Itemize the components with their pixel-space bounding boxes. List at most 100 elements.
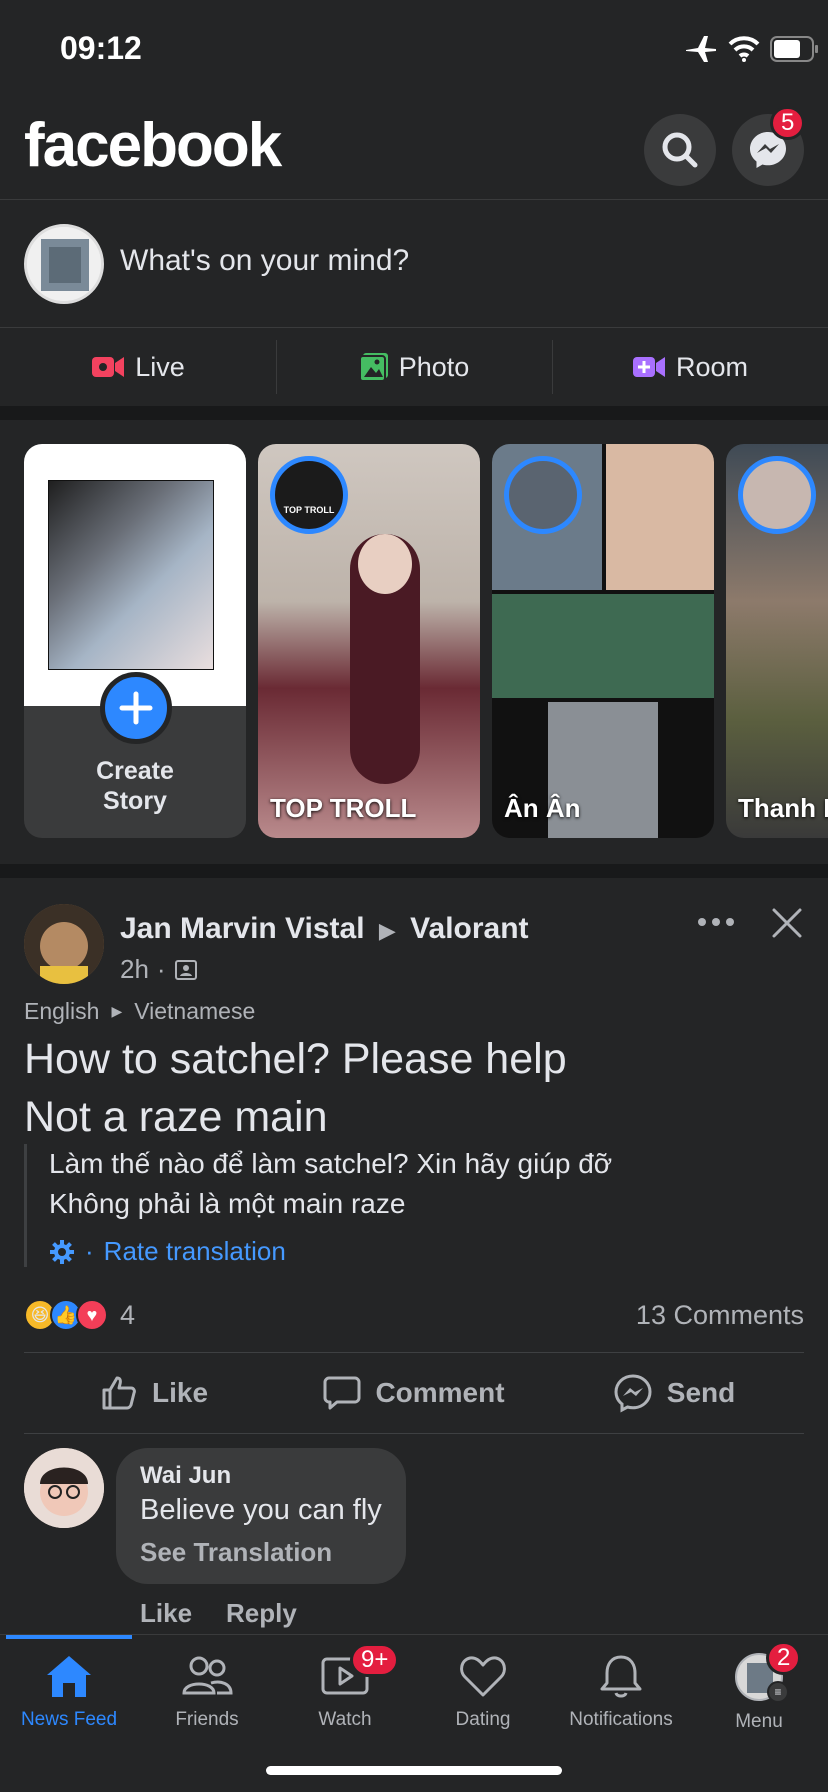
create-story-label-2: Story xyxy=(103,787,167,815)
group-privacy-icon xyxy=(174,959,197,980)
tab-label: Menu xyxy=(735,1711,783,1732)
messenger-badge: 5 xyxy=(770,106,806,140)
comment-label: Comment xyxy=(375,1377,505,1408)
comment-reply-link[interactable]: Reply xyxy=(226,1598,297,1629)
more-options-icon[interactable] xyxy=(696,914,736,930)
menu-hamburger-icon: ≡ xyxy=(767,1681,789,1703)
commenter-avatar[interactable] xyxy=(24,1448,104,1528)
lang-to: Vietnamese xyxy=(134,998,256,1024)
heart-icon xyxy=(460,1656,506,1697)
menu-badge: 2 xyxy=(766,1641,802,1675)
tab-friends[interactable]: Friends xyxy=(138,1653,276,1753)
rate-translation[interactable]: · Rate translation xyxy=(49,1236,804,1267)
like-label: Like xyxy=(151,1377,209,1408)
post-author-avatar[interactable] xyxy=(24,904,104,984)
home-icon xyxy=(47,1656,91,1697)
story-avatar-text: TOP TROLL xyxy=(283,505,335,515)
tab-label: News Feed xyxy=(20,1709,118,1730)
create-story-card[interactable]: Create Story xyxy=(24,444,246,838)
tab-label: Dating xyxy=(455,1709,511,1730)
battery-icon xyxy=(770,36,818,62)
comments-count[interactable]: 13 Comments xyxy=(636,1300,804,1331)
comment-button[interactable]: Comment xyxy=(284,1353,544,1433)
translation-line: Không phải là một main raze xyxy=(49,1188,406,1219)
tab-notifications[interactable]: Notifications xyxy=(552,1653,690,1753)
post-text: How to satchel? Please help Not a raze m… xyxy=(24,1030,804,1146)
story-card[interactable]: TOP TROLL TOP TROLL xyxy=(258,444,480,838)
live-label: Live xyxy=(135,351,185,382)
story-avatar-ring: TOP TROLL xyxy=(270,456,348,534)
story-card[interactable]: Ân Ân xyxy=(492,444,714,838)
wifi-icon xyxy=(728,36,760,62)
tab-menu[interactable]: ≡ Menu 2 xyxy=(690,1641,828,1753)
create-story-label-1: Create xyxy=(96,757,174,785)
close-icon[interactable] xyxy=(770,906,804,940)
room-label: Room xyxy=(675,351,749,382)
status-icons xyxy=(628,30,828,70)
comment-bubble[interactable]: Wai Jun Believe you can fly See Translat… xyxy=(116,1448,406,1584)
post-time[interactable]: 2h xyxy=(120,954,149,985)
photo-button[interactable]: Photo xyxy=(276,328,552,406)
post-actions: Like Comment Send xyxy=(24,1352,804,1434)
reaction-count: 4 xyxy=(120,1299,136,1330)
facebook-logo[interactable]: facebook xyxy=(24,110,282,181)
tab-label: Notifications xyxy=(569,1709,673,1730)
post-composer[interactable]: What's on your mind? xyxy=(0,200,828,328)
tab-label: Friends xyxy=(175,1709,239,1730)
photo-icon xyxy=(358,353,388,382)
plus-icon xyxy=(119,691,153,725)
photo-label: Photo xyxy=(398,351,470,382)
comment-author[interactable]: Wai Jun xyxy=(140,1462,382,1490)
status-bar: 09:12 xyxy=(0,0,828,100)
comment-actions: Like Reply xyxy=(140,1598,297,1629)
story-avatar-ring xyxy=(738,456,816,534)
thumbs-up-icon xyxy=(102,1376,136,1410)
messenger-outline-icon xyxy=(614,1374,652,1413)
meta-dot: · xyxy=(156,954,166,984)
room-button[interactable]: Room xyxy=(552,328,828,406)
arrow-right-icon: ▶ xyxy=(378,918,396,943)
story-name: TOP TROLL xyxy=(270,793,417,823)
story-name: Ân Ân xyxy=(504,793,581,823)
post-author-line: Jan Marvin Vistal ▶ Valorant xyxy=(120,912,529,946)
create-story-plus-button[interactable] xyxy=(100,672,172,744)
room-icon xyxy=(632,357,665,377)
translation-line: Làm thế nào để làm satchel? Xin hãy giúp… xyxy=(49,1148,613,1179)
translation-languages: English ▶ Vietnamese xyxy=(24,998,255,1025)
post-group-name[interactable]: Valorant xyxy=(410,912,528,945)
see-translation-link[interactable]: See Translation xyxy=(140,1537,382,1568)
stories-tray: Create Story TOP TROLL TOP TROLL Ân Ân T… xyxy=(0,420,828,864)
send-label: Send xyxy=(666,1377,736,1408)
tab-news-feed[interactable]: News Feed xyxy=(0,1653,138,1753)
meta-dot: · xyxy=(85,1236,94,1266)
send-button[interactable]: Send xyxy=(544,1353,804,1433)
post-text-line: Not a raze main xyxy=(24,1093,328,1141)
user-avatar[interactable] xyxy=(24,224,104,304)
home-indicator xyxy=(266,1766,562,1775)
section-divider xyxy=(0,406,828,420)
comment-text: Believe you can fly xyxy=(140,1494,382,1526)
live-video-icon xyxy=(92,357,125,377)
post-meta: 2h · xyxy=(120,954,198,985)
lang-from: English xyxy=(24,998,100,1024)
watch-badge: 9+ xyxy=(350,1643,400,1677)
like-button[interactable]: Like xyxy=(24,1353,284,1433)
rate-translation-link[interactable]: Rate translation xyxy=(104,1236,286,1267)
tab-dating[interactable]: Dating xyxy=(414,1653,552,1753)
story-name: Thanh H xyxy=(738,793,828,823)
messenger-button[interactable]: 5 xyxy=(732,106,806,186)
live-button[interactable]: Live xyxy=(0,328,276,406)
love-reaction-icon: ♥ xyxy=(76,1299,108,1331)
story-card[interactable]: Thanh H xyxy=(726,444,828,838)
tab-watch[interactable]: Watch 9+ xyxy=(276,1643,414,1753)
airplane-icon xyxy=(686,36,716,62)
post-author-name[interactable]: Jan Marvin Vistal xyxy=(120,912,365,945)
comment-like-link[interactable]: Like xyxy=(140,1598,192,1629)
play-arrow-icon: ▶ xyxy=(111,1003,123,1019)
story-avatar-ring xyxy=(504,456,582,534)
friends-icon xyxy=(182,1656,233,1695)
reactions-bar[interactable]: 😆 👍 ♥ 4 13 Comments xyxy=(24,1290,804,1340)
composer-placeholder[interactable]: What's on your mind? xyxy=(120,244,409,278)
search-button[interactable] xyxy=(644,114,716,186)
section-divider xyxy=(0,864,828,878)
